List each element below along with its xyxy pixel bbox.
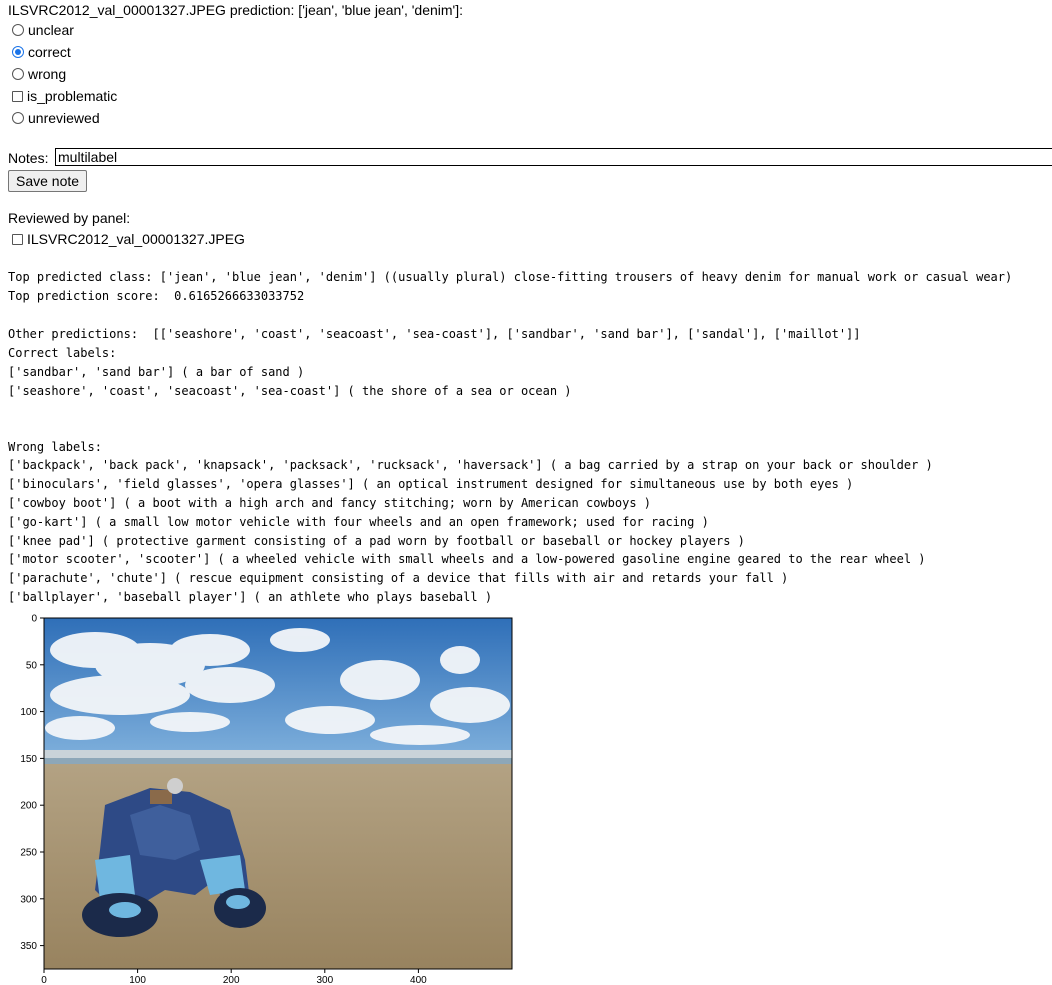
wrong-radio[interactable]	[12, 68, 24, 80]
photo	[44, 618, 512, 969]
y-tick-label: 200	[20, 801, 37, 812]
correct-radio[interactable]	[12, 46, 24, 58]
x-tick-label: 100	[129, 975, 146, 985]
wrong-label-line: ['motor scooter', 'scooter'] ( a wheeled…	[8, 552, 926, 566]
reviewed-by-panel-label: Reviewed by panel:	[8, 210, 131, 226]
top-predicted-class: Top predicted class: ['jean', 'blue jean…	[8, 270, 1013, 284]
other-predictions: Other predictions: [['seashore', 'coast'…	[8, 327, 861, 341]
city-skyline	[44, 750, 512, 758]
correct-label-line: ['seashore', 'coast', 'seacoast', 'sea-c…	[8, 384, 572, 398]
page-header: ILSVRC2012_val_00001327.JPEG prediction:…	[8, 2, 463, 18]
y-tick-label: 150	[20, 754, 37, 765]
wrong-label-line: ['knee pad'] ( protective garment consis…	[8, 534, 745, 548]
option-label: wrong	[28, 66, 67, 82]
wrong-labels-title: Wrong labels:	[8, 440, 102, 454]
x-tick-label: 400	[410, 975, 427, 985]
option-label: unreviewed	[28, 110, 100, 126]
wrong-label-line: ['ballplayer', 'baseball player'] ( an a…	[8, 590, 493, 604]
y-tick-label: 350	[20, 941, 37, 952]
option-unreviewed[interactable]: unreviewed	[12, 108, 100, 128]
notes-label: Notes:	[8, 150, 49, 166]
option-is-problematic[interactable]: is_problematic	[12, 86, 117, 106]
reviewed-item-checkbox[interactable]	[12, 233, 23, 245]
reviewed-item[interactable]: ILSVRC2012_val_00001327.JPEG	[12, 229, 245, 249]
option-label: unclear	[28, 22, 74, 38]
option-label: correct	[28, 44, 71, 60]
wrong-label-line: ['backpack', 'back pack', 'knapsack', 'p…	[8, 458, 933, 472]
wrong-label-line: ['parachute', 'chute'] ( rescue equipmen…	[8, 571, 789, 585]
x-tick-label: 300	[316, 975, 333, 985]
save-note-button[interactable]: Save note	[8, 170, 88, 192]
wrong-label-line: ['go-kart'] ( a small low motor vehicle …	[8, 515, 709, 529]
y-tick-label: 100	[20, 707, 37, 718]
reviewed-item-label: ILSVRC2012_val_00001327.JPEG	[27, 231, 245, 247]
unclear-radio[interactable]	[12, 24, 24, 36]
option-wrong[interactable]: wrong	[12, 64, 66, 84]
y-tick-label: 0	[31, 614, 37, 625]
x-tick-label: 0	[41, 975, 47, 985]
y-tick-label: 50	[26, 660, 38, 671]
unreviewed-radio[interactable]	[12, 112, 24, 124]
wrong-label-line: ['cowboy boot'] ( a boot with a high arc…	[8, 496, 651, 510]
correct-labels-title: Correct labels:	[8, 346, 117, 360]
is-problematic-checkbox[interactable]	[12, 90, 23, 102]
option-correct[interactable]: correct	[12, 42, 71, 62]
x-tick-label: 200	[223, 975, 240, 985]
image-plot: 0 50 100 150 200 250 300 350 0 100 200 300 400	[20, 614, 513, 985]
y-axis: 0 50 100 150 200 250 300 350	[20, 614, 44, 952]
option-label: is_problematic	[27, 88, 118, 104]
y-tick-label: 250	[20, 848, 37, 859]
x-axis: 0 100 200 300 400	[41, 969, 427, 985]
correct-label-line: ['sandbar', 'sand bar'] ( a bar of sand …	[8, 365, 305, 379]
wrong-label-line: ['binoculars', 'field glasses', 'opera g…	[8, 477, 854, 491]
sea	[44, 758, 512, 764]
top-prediction-score: Top prediction score: 0.6165266633033752	[8, 289, 305, 303]
y-tick-label: 300	[20, 894, 37, 905]
option-unclear[interactable]: unclear	[12, 20, 74, 40]
notes-input[interactable]	[55, 148, 1052, 166]
